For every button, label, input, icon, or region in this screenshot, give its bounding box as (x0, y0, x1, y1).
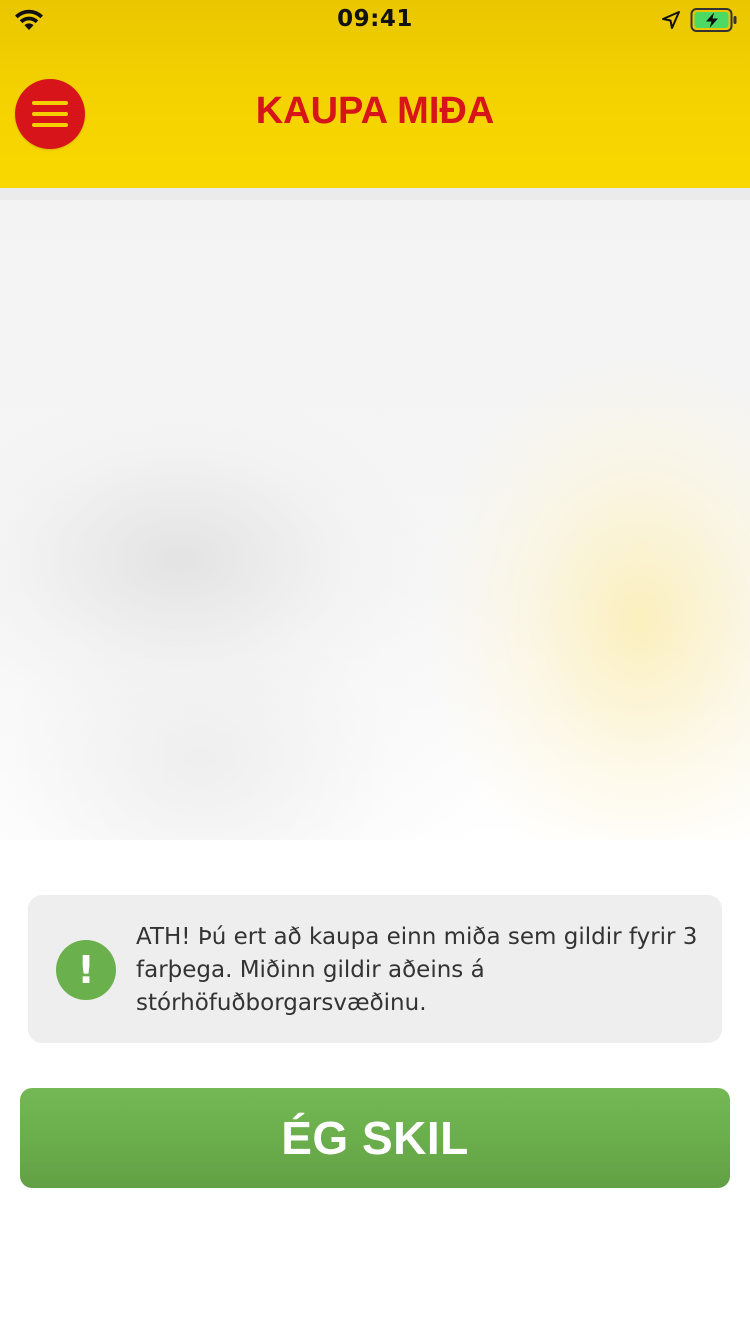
header-divider (0, 188, 750, 200)
location-arrow-icon (662, 11, 680, 29)
blurred-background (0, 200, 750, 840)
exclamation-icon: ! (56, 940, 116, 1000)
app-header: 09:41 KAUPA MIÐA (0, 0, 750, 188)
status-bar: 09:41 (0, 0, 750, 40)
screen: 09:41 KAUPA MIÐA ! ATH! Þú ert að kaupa … (0, 0, 750, 1334)
notice-text: ATH! Þú ert að kaupa einn miða sem gildi… (136, 924, 698, 1016)
notice-box: ! ATH! Þú ert að kaupa einn miða sem gil… (28, 895, 722, 1043)
status-time: 09:41 (337, 6, 413, 32)
battery-charging-icon (690, 8, 737, 32)
confirm-button[interactable]: ÉG SKIL (20, 1088, 730, 1188)
confirm-button-label: ÉG SKIL (281, 1112, 469, 1164)
page-title: KAUPA MIÐA (255, 90, 495, 132)
